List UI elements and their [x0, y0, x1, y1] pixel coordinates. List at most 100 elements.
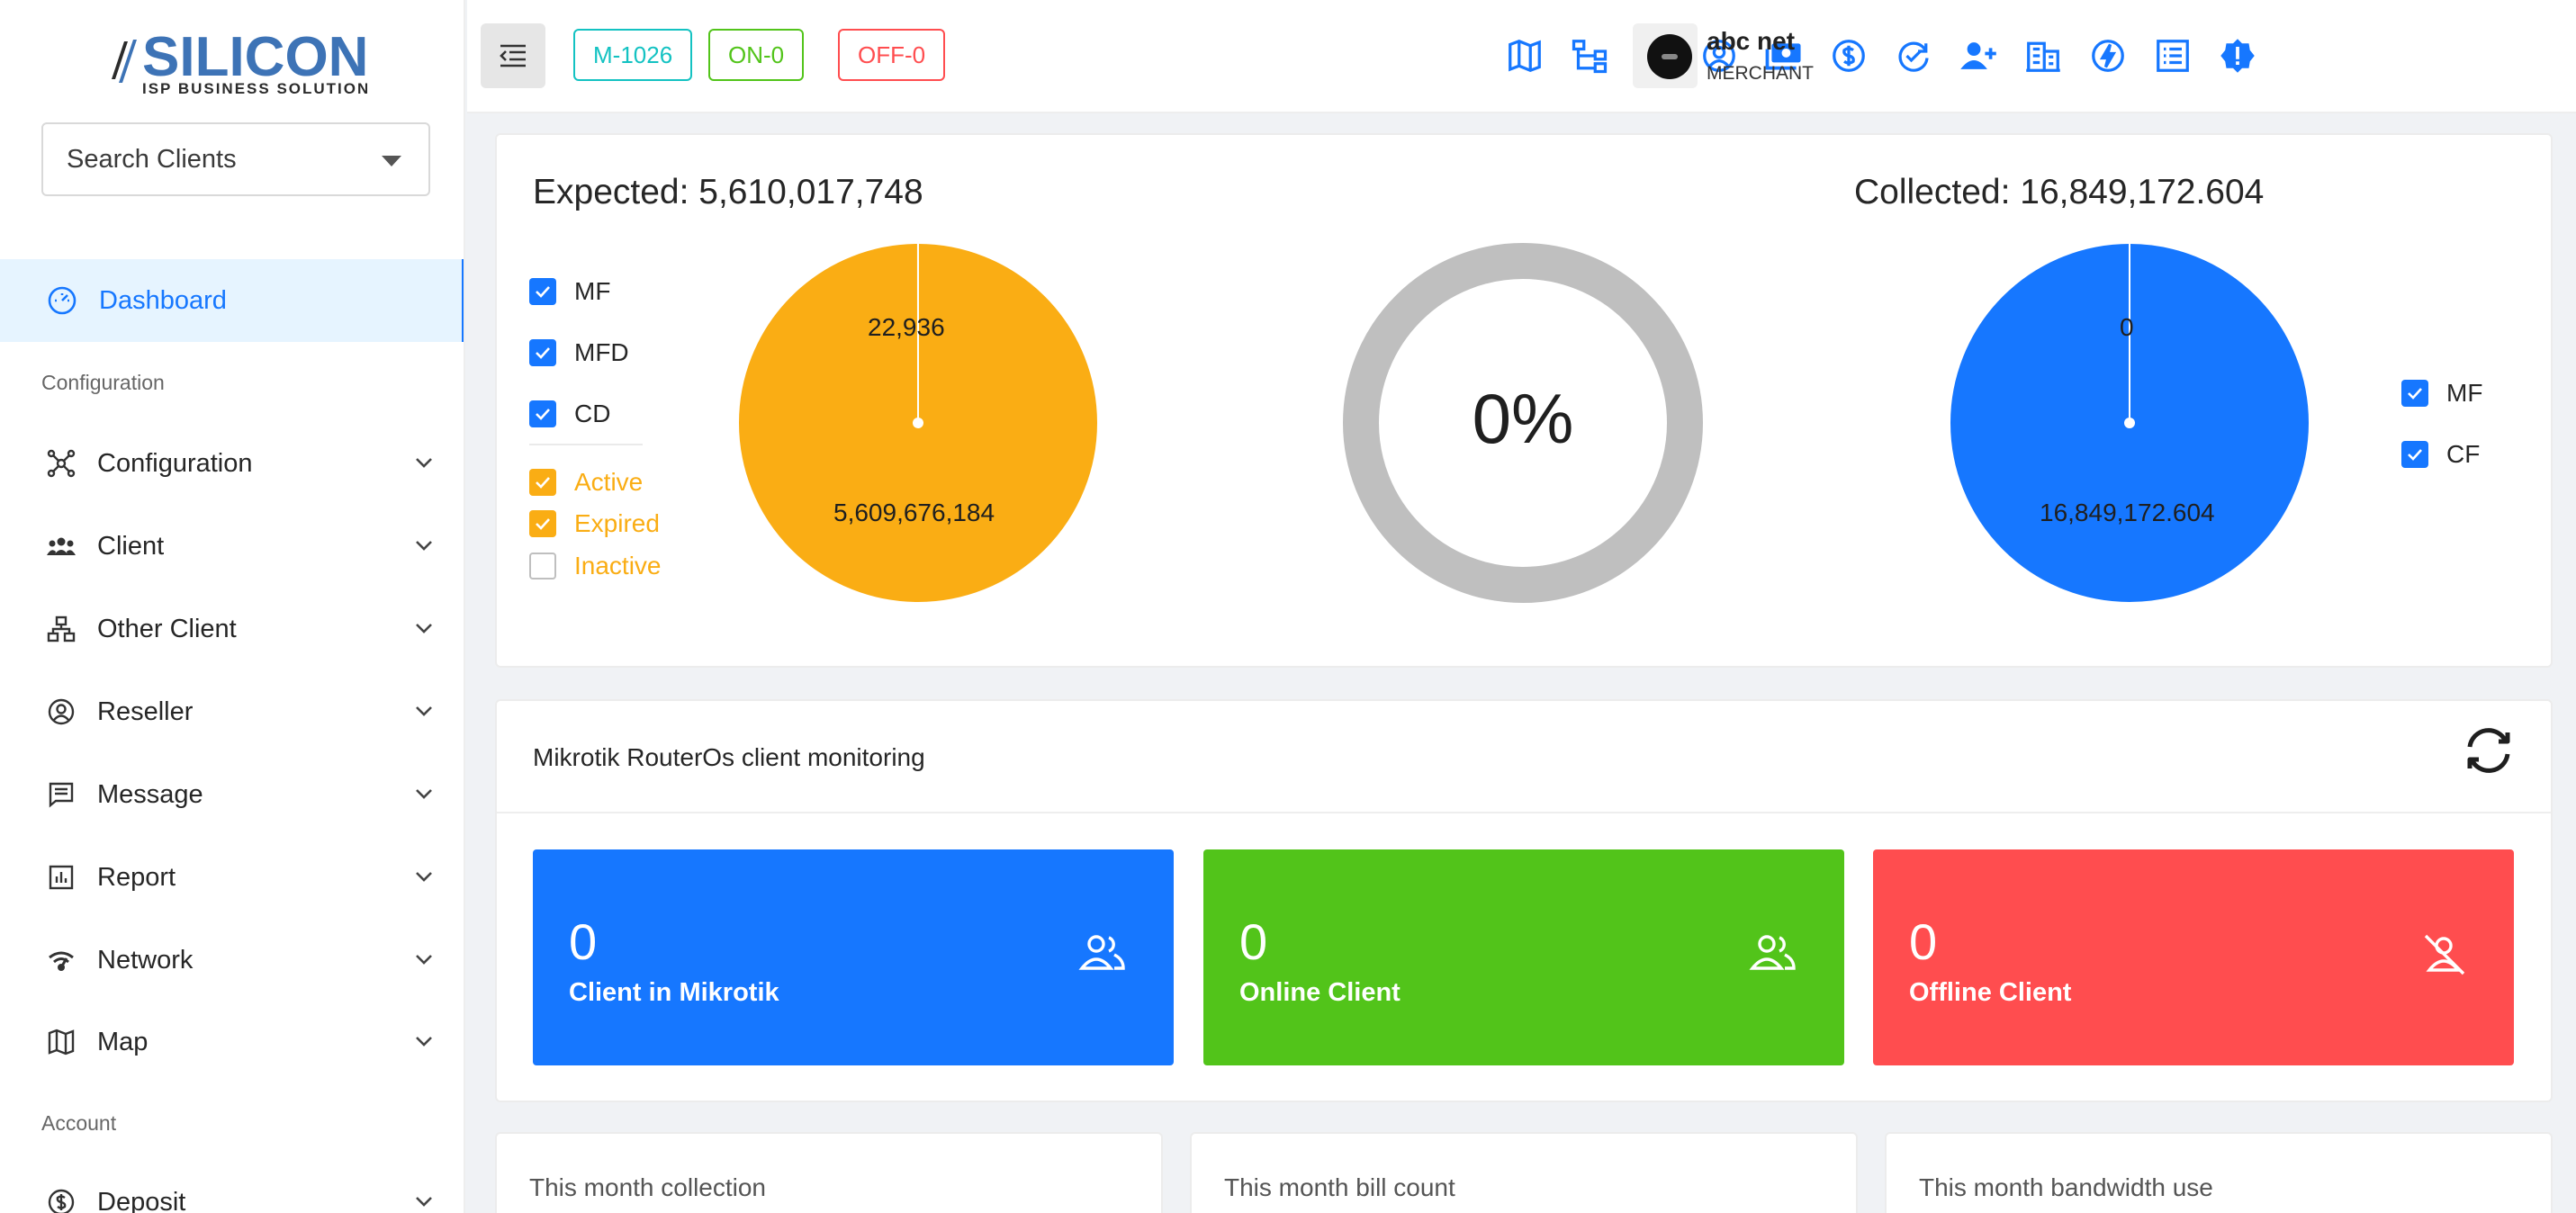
collection-percent-donut: 0% — [1343, 243, 1703, 603]
month-bill-count-title: This month bill count — [1224, 1173, 1455, 1201]
message-icon — [47, 780, 76, 809]
percent-label: 0% — [1473, 379, 1574, 458]
sidebar-item-label: Report — [97, 862, 176, 892]
caret-down-icon — [382, 156, 401, 166]
sidebar-item-label: Client — [97, 531, 165, 561]
checkbox-checked — [2401, 441, 2428, 468]
list-icon[interactable] — [2153, 36, 2193, 76]
checkbox-checked — [2401, 380, 2428, 407]
filter-collected-mf-checkbox[interactable]: MF — [2401, 379, 2482, 408]
month-bandwidth-card: This month bandwidth use — [1885, 1132, 2553, 1213]
expected-title: Expected: 5,610,017,748 — [533, 173, 923, 211]
filter-expired-checkbox[interactable]: Expired — [529, 509, 660, 538]
cluster-icon — [47, 615, 76, 643]
top-header: M-1026 ON-0 OFF-0 abc net MERCHANT — [467, 0, 2576, 113]
chevron-down-icon — [416, 624, 432, 633]
search-clients-placeholder: Search Clients — [67, 144, 237, 174]
pie-center-dot — [913, 418, 923, 428]
checkbox-unchecked — [529, 553, 556, 580]
online-client-card[interactable]: 0 Online Client — [1203, 849, 1844, 1065]
sidebar-item-label: Deposit — [97, 1187, 186, 1213]
checkbox-label: Inactive — [574, 552, 662, 580]
search-clients-select[interactable]: Search Clients — [41, 122, 430, 196]
sidebar-item-report[interactable]: Report — [0, 841, 464, 913]
dollar-icon[interactable] — [1829, 36, 1869, 76]
sidebar-item-label: Message — [97, 779, 203, 809]
chevron-down-icon — [416, 706, 432, 716]
sidebar-item-deposit[interactable]: Deposit — [0, 1166, 464, 1213]
sidebar-item-reseller[interactable]: Reseller — [0, 676, 464, 748]
user-add-icon[interactable] — [1959, 36, 1998, 76]
team-icon — [1078, 935, 1125, 970]
pie-label-mf: 16,849,172.604 — [2040, 499, 2215, 526]
filter-active-checkbox[interactable]: Active — [529, 468, 643, 497]
sidebar-item-dashboard[interactable]: Dashboard — [0, 259, 464, 342]
pie-label-active: 5,609,676,184 — [833, 499, 995, 526]
client-in-mikrotik-count: 0 — [569, 913, 598, 970]
menu-collapse-button[interactable] — [481, 23, 545, 88]
chevron-down-icon — [416, 1197, 432, 1207]
mikrotik-count-tag[interactable]: M-1026 — [573, 29, 693, 81]
sidebar: SILICON ISP BUSINESS SOLUTION Search Cli… — [0, 0, 465, 1213]
checkbox-label: Active — [574, 468, 644, 496]
filter-collected-cf-checkbox[interactable]: CF — [2401, 440, 2480, 469]
offline-client-card[interactable]: 0 Offline Client — [1873, 849, 2514, 1065]
checkbox-label: CD — [574, 400, 611, 427]
sync-check-icon[interactable] — [1894, 36, 1933, 76]
month-collection-card: This month collection — [495, 1132, 1163, 1213]
user-role: MERCHANT — [1707, 63, 1814, 84]
alert-icon[interactable] — [2218, 36, 2257, 76]
filter-mfd-checkbox[interactable]: MFD — [529, 338, 629, 367]
refresh-icon[interactable] — [2461, 725, 2517, 780]
sidebar-item-client[interactable]: Client — [0, 510, 464, 582]
client-in-mikrotik-label: Client in Mikrotik — [569, 978, 779, 1007]
month-bandwidth-title: This month bandwidth use — [1919, 1173, 2213, 1201]
client-in-mikrotik-card[interactable]: 0 Client in Mikrotik — [533, 849, 1174, 1065]
section-title-configuration: Configuration — [41, 371, 165, 394]
monitoring-title: Mikrotik RouterOs client monitoring — [533, 743, 925, 771]
nodes-icon — [47, 449, 76, 478]
chevron-down-icon — [416, 872, 432, 882]
sidebar-item-label: Other Client — [97, 614, 237, 643]
pie-center-dot — [2124, 418, 2135, 428]
collected-title: Collected: 16,849,172.604 — [1854, 173, 2265, 211]
map-icon[interactable] — [1505, 36, 1545, 76]
monitoring-divider — [497, 812, 2551, 813]
brand-logo[interactable]: SILICON ISP BUSINESS SOLUTION — [106, 23, 368, 97]
expected-pie-chart — [738, 243, 1098, 603]
filter-cd-checkbox[interactable]: CD — [529, 400, 610, 428]
user-circle-icon — [47, 697, 76, 726]
checkbox-checked — [529, 339, 556, 366]
hierarchy-icon[interactable] — [1570, 36, 1609, 76]
offline-client-count: 0 — [1909, 913, 1938, 970]
sidebar-item-map[interactable]: Map — [0, 1006, 464, 1078]
checkbox-checked — [529, 469, 556, 496]
avatar[interactable] — [1647, 34, 1692, 79]
month-bill-count-card: This month bill count — [1190, 1132, 1858, 1213]
menu-fold-icon — [500, 44, 526, 67]
collected-pie-chart — [1950, 243, 2310, 603]
user-name: abc net — [1707, 27, 1796, 55]
building-icon[interactable] — [2023, 36, 2063, 76]
checkbox-label: Expired — [574, 509, 660, 537]
online-client-label: Online Client — [1239, 978, 1401, 1007]
logo-subtitle: ISP BUSINESS SOLUTION — [142, 80, 367, 97]
checkbox-label: MF — [2446, 379, 2483, 407]
filter-inactive-checkbox[interactable]: Inactive — [529, 552, 662, 580]
offline-client-label: Offline Client — [1909, 978, 2072, 1007]
sidebar-item-other-client[interactable]: Other Client — [0, 593, 464, 665]
map-icon — [47, 1028, 76, 1056]
online-count-tag[interactable]: ON-0 — [708, 29, 805, 81]
pie-label-expired: 22,936 — [868, 313, 945, 341]
sidebar-item-network[interactable]: Network — [0, 924, 464, 996]
sidebar-item-configuration[interactable]: Configuration — [0, 427, 464, 499]
chevron-down-icon — [416, 789, 432, 799]
sidebar-item-label: Configuration — [97, 448, 253, 478]
online-client-count: 0 — [1239, 913, 1268, 970]
sidebar-item-message[interactable]: Message — [0, 759, 464, 831]
thunderbolt-icon[interactable] — [2088, 36, 2128, 76]
checkbox-checked — [529, 510, 556, 537]
team-icon — [1749, 935, 1796, 970]
filter-mf-checkbox[interactable]: MF — [529, 277, 610, 306]
offline-count-tag[interactable]: OFF-0 — [838, 29, 946, 81]
